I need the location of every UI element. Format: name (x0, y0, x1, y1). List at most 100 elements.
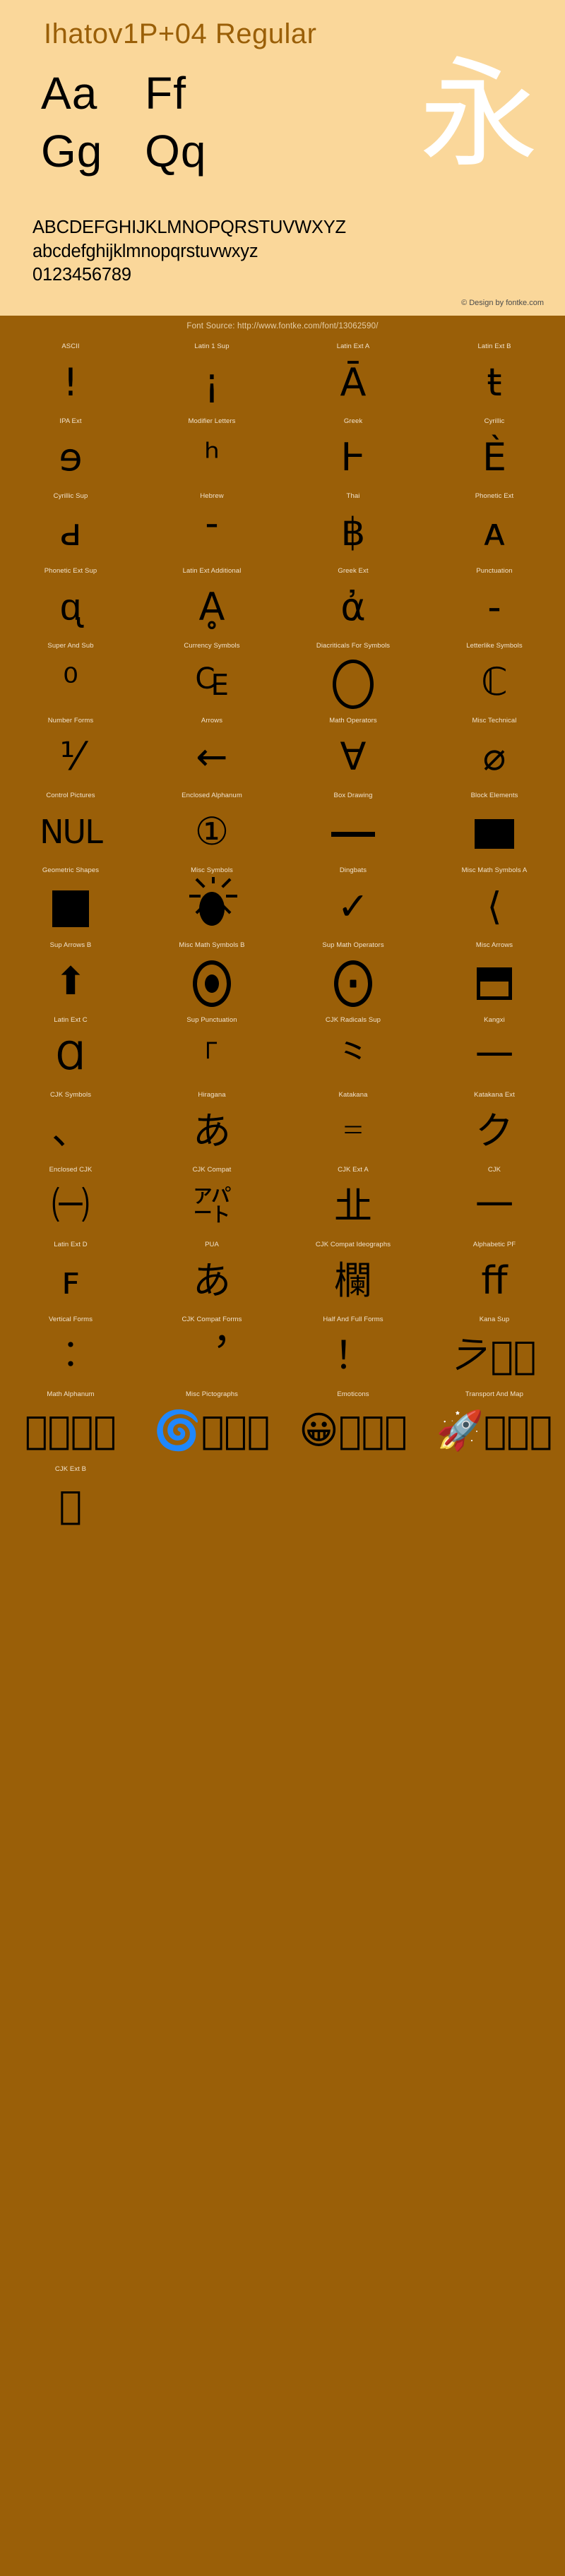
block-cell[interactable]: Katakana ゠ (282, 1089, 424, 1164)
block-sample-glyph: ԁ (0, 503, 141, 562)
block-sample-glyph: ㌀ (141, 1176, 282, 1236)
block-cell[interactable]: Cyrillic Ѐ (424, 415, 565, 490)
block-cell[interactable]: PUA あ (141, 1239, 282, 1313)
block-cell[interactable]: Super And Sub ⁰ (0, 640, 141, 715)
block-cell[interactable]: Phonetic Ext ᴀ (424, 490, 565, 565)
block-cell[interactable]: Thai ฿ (282, 490, 424, 565)
block-sample-glyph (141, 877, 282, 936)
block-cell[interactable]: CJK Compat Ideographs 欄 (282, 1239, 424, 1313)
block-label: Number Forms (0, 715, 141, 727)
block-label: CJK Radicals Sup (282, 1014, 424, 1027)
specimen-header: Ihatov1P+04 Regular Aa Gg Ff Qq 永 ABCDEF… (0, 0, 565, 316)
block-cell[interactable]: Hiragana あ (141, 1089, 282, 1164)
block-cell[interactable]: Hebrew ־ (141, 490, 282, 565)
block-cell[interactable]: CJK Symbols 、 (0, 1089, 141, 1164)
block-cell[interactable]: Punctuation ‐ (424, 565, 565, 640)
block-cell[interactable]: Latin 1 Sup ¡ (141, 340, 282, 415)
block-cell[interactable]: Kana Sup 𛀀􏿿􏿿 (424, 1313, 565, 1388)
block-cell[interactable]: Math Operators ∀ (282, 715, 424, 789)
font-source-link[interactable]: Font Source: http://www.fontke.com/font/… (0, 316, 565, 336)
block-label: Hebrew (141, 490, 282, 503)
block-row: Cyrillic Sup ԁ Hebrew ־ Thai ฿ Phonetic Ext ᴀ (0, 490, 565, 565)
block-cell[interactable]: Kangxi ⼀ (424, 1014, 565, 1089)
block-cell[interactable]: Alphabetic PF ﬀ (424, 1239, 565, 1313)
block-cell[interactable]: Misc Pictographs 🌀􏿿􏿿􏿿 (141, 1388, 282, 1463)
block-label: Thai (282, 490, 424, 503)
block-label: Latin Ext B (424, 340, 565, 353)
block-sample-glyph: ⬆ (0, 952, 141, 1011)
block-cell[interactable]: Math Alphanum 𝐀􏿿􏿿􏿿 (0, 1388, 141, 1463)
block-label: Math Alphanum (0, 1388, 141, 1401)
block-label: Arrows (141, 715, 282, 727)
block-cell[interactable]: Vertical Forms ︰ (0, 1313, 141, 1388)
block-cell[interactable]: Sup Arrows B ⬆ (0, 939, 141, 1014)
block-sample-glyph (282, 802, 424, 861)
specimen-cjk-glyph: 永 (420, 55, 538, 174)
block-label: Geometric Shapes (0, 864, 141, 877)
block-cell[interactable]: Diacriticals For Symbols (282, 640, 424, 715)
block-sample-glyph: あ (141, 1251, 282, 1311)
block-sample-glyph: 𝐀􏿿􏿿􏿿 (0, 1401, 141, 1460)
block-label: Super And Sub (0, 640, 141, 652)
block-sample-glyph: ⼀ (424, 1027, 565, 1086)
block-label: Modifier Letters (141, 415, 282, 428)
block-cell[interactable]: Box Drawing (282, 789, 424, 864)
block-sample-glyph: 𠀀􏿿 (0, 1476, 141, 1535)
block-cell[interactable]: Latin Ext Additional Ḁ (141, 565, 282, 640)
block-row: IPA Ext ɘ Modifier Letters ʰ Greek Ͱ Cyrillic Ѐ (0, 415, 565, 490)
block-cell[interactable]: Latin Ext A Ā (282, 340, 424, 415)
block-cell[interactable]: Currency Symbols ₠ (141, 640, 282, 715)
block-cell[interactable]: Dingbats ✓ (282, 864, 424, 939)
block-cell[interactable]: Enclosed Alphanum ① (141, 789, 282, 864)
block-row: Latin Ext C Ɑ Sup Punctuation ⸀ CJK Radicals… (0, 1014, 565, 1089)
block-cell[interactable]: Misc Math Symbols B (141, 939, 282, 1014)
block-cell[interactable]: CJK Compat Forms ︐ (141, 1313, 282, 1388)
block-sample-glyph: ⸀ (141, 1027, 282, 1086)
block-cell[interactable]: Cyrillic Sup ԁ (0, 490, 141, 565)
block-cell[interactable]: Emoticons 😀􏿿􏿿􏿿 (282, 1388, 424, 1463)
block-cell[interactable]: CJK Compat ㌀ (141, 1164, 282, 1239)
block-cell[interactable]: CJK Ext B 𠀀􏿿 (0, 1463, 141, 1538)
block-cell[interactable]: CJK 一 (424, 1164, 565, 1239)
block-label: IPA Ext (0, 415, 141, 428)
block-sample-glyph: ₠ (141, 652, 282, 712)
block-label: Hiragana (141, 1089, 282, 1102)
block-cell[interactable]: Sup Punctuation ⸀ (141, 1014, 282, 1089)
block-cell[interactable]: Misc Math Symbols A ⟨ (424, 864, 565, 939)
block-cell[interactable]: Number Forms ⅟ (0, 715, 141, 789)
block-cell[interactable]: Geometric Shapes (0, 864, 141, 939)
block-cell[interactable]: Misc Symbols (141, 864, 282, 939)
block-cell[interactable]: Enclosed CJK ㈠ (0, 1164, 141, 1239)
block-row: Enclosed CJK ㈠ CJK Compat ㌀ CJK Ext A 㐀 CJK 一 (0, 1164, 565, 1239)
block-sample-glyph: ŧ (424, 353, 565, 412)
block-cell[interactable]: Katakana Ext ク (424, 1089, 565, 1164)
block-cell[interactable]: Arrows ← (141, 715, 282, 789)
block-label: CJK Ext B (0, 1463, 141, 1476)
block-cell[interactable]: Block Elements (424, 789, 565, 864)
block-cell[interactable]: Latin Ext C Ɑ (0, 1014, 141, 1089)
block-cell[interactable]: ASCII! (0, 340, 141, 415)
block-sample-glyph: 𛀀􏿿􏿿 (424, 1326, 565, 1385)
block-cell[interactable]: IPA Ext ɘ (0, 415, 141, 490)
block-cell[interactable]: Sup Math Operators (282, 939, 424, 1014)
block-cell[interactable]: Latin Ext D ꜰ (0, 1239, 141, 1313)
block-cell[interactable]: CJK Radicals Sup ⺀ (282, 1014, 424, 1089)
block-cell[interactable]: Greek Ͱ (282, 415, 424, 490)
block-sample-glyph: ク (424, 1102, 565, 1161)
block-cell[interactable]: Misc Arrows (424, 939, 565, 1014)
block-sample-glyph: 一 (424, 1176, 565, 1236)
block-cell[interactable]: CJK Ext A 㐀 (282, 1164, 424, 1239)
block-cell[interactable]: Control Pictures NUL (0, 789, 141, 864)
block-cell[interactable]: Half And Full Forms ！ (282, 1313, 424, 1388)
font-specimen-page: Ihatov1P+04 Regular Aa Gg Ff Qq 永 ABCDEF… (0, 0, 565, 1556)
block-label: Latin Ext Additional (141, 565, 282, 578)
block-cell[interactable]: Misc Technical ⌀ (424, 715, 565, 789)
block-cell[interactable]: Transport And Map 🚀􏿿􏿿􏿿 (424, 1388, 565, 1463)
block-cell[interactable]: Modifier Letters ʰ (141, 415, 282, 490)
block-row: Control Pictures NUL Enclosed Alphanum ① Box… (0, 789, 565, 864)
block-sample-glyph (424, 802, 565, 861)
block-cell[interactable]: Latin Ext B ŧ (424, 340, 565, 415)
block-cell[interactable]: Greek Ext ἀ (282, 565, 424, 640)
block-cell[interactable]: Phonetic Ext Sup ᶐ (0, 565, 141, 640)
block-cell[interactable]: Letterlike Symbols ℂ (424, 640, 565, 715)
